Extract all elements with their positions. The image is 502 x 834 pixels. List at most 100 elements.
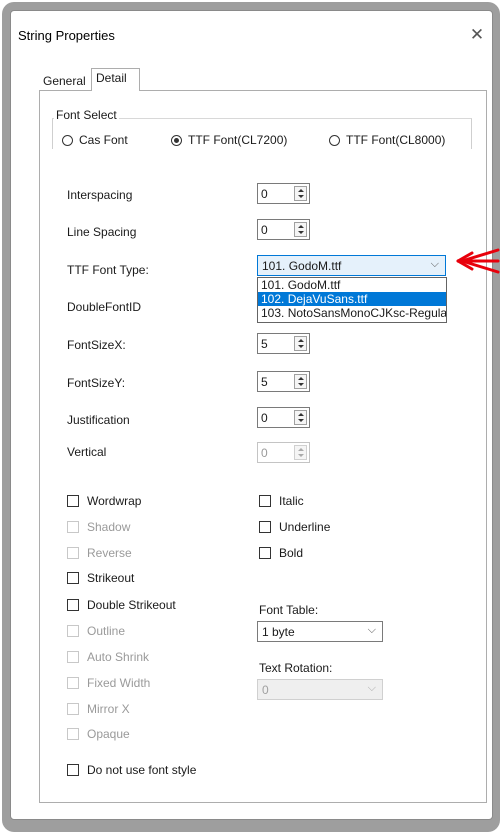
radio-ttf-cl8000[interactable]: TTF Font(CL8000): [329, 133, 445, 147]
checkbox-label: Bold: [279, 546, 304, 560]
spin-arrows-icon[interactable]: [294, 374, 307, 389]
dropdown-item[interactable]: 101. GodoM.ttf: [258, 278, 446, 292]
italic-checkbox[interactable]: Italic: [259, 494, 304, 508]
justification-label: Justification: [67, 413, 130, 427]
spin-arrows-icon[interactable]: [294, 410, 307, 425]
font-size-y-value: 5: [261, 375, 268, 389]
radio-ttf-cl7200[interactable]: TTF Font(CL7200): [171, 133, 287, 147]
dropdown-item-highlighted[interactable]: 102. DejaVuSans.ttf: [258, 292, 446, 306]
spin-arrows-icon[interactable]: [294, 336, 307, 351]
dropdown-item[interactable]: 103. NotoSansMonoCJKsc-Regular.otf: [258, 306, 446, 320]
title-bar: String Properties ✕: [11, 11, 492, 57]
checkbox-label: Double Strikeout: [87, 598, 176, 612]
text-rotation-label: Text Rotation:: [259, 661, 333, 675]
line-spacing-label: Line Spacing: [67, 225, 137, 239]
chevron-down-icon: ⌵: [367, 682, 376, 694]
mirror-x-checkbox: Mirror X: [67, 702, 130, 716]
shadow-checkbox: Shadow: [67, 520, 130, 534]
auto-shrink-checkbox: Auto Shrink: [67, 650, 149, 664]
vertical-spinner: 0: [257, 442, 310, 463]
spin-arrows-icon[interactable]: [294, 186, 307, 201]
spin-arrows-icon: [294, 445, 307, 460]
vertical-label: Vertical: [67, 445, 107, 459]
interspacing-value: 0: [261, 187, 268, 201]
line-spacing-spinner[interactable]: 0: [257, 219, 310, 240]
chevron-down-icon[interactable]: ⌵: [368, 624, 376, 637]
font-size-y-label: FontSizeY:: [67, 376, 126, 390]
tab-detail[interactable]: Detail: [91, 68, 140, 91]
line-spacing-value: 0: [261, 223, 268, 237]
strikeout-checkbox[interactable]: Strikeout: [67, 571, 134, 585]
checkbox-label: Wordwrap: [87, 494, 142, 508]
radio-circle: [329, 134, 340, 146]
checkbox-square: [67, 677, 79, 689]
no-font-style-checkbox[interactable]: Do not use font style: [67, 763, 196, 777]
string-properties-dialog: String Properties ✕ General Detail Font …: [10, 10, 493, 820]
checkbox-square: [67, 764, 79, 776]
font-table-combo[interactable]: 1 byte ⌵: [257, 621, 383, 642]
checkbox-label: Italic: [279, 494, 304, 508]
underline-checkbox[interactable]: Underline: [259, 520, 330, 534]
checkbox-square: [67, 547, 79, 559]
checkbox-label: Mirror X: [87, 702, 130, 716]
checkbox-square: [67, 495, 79, 507]
radio-circle: [62, 134, 73, 146]
font-type-dropdown-list: 101. GodoM.ttf 102. DejaVuSans.ttf 103. …: [257, 277, 447, 323]
font-table-label: Font Table:: [259, 603, 319, 617]
checkbox-square: [259, 495, 271, 507]
justification-value: 0: [261, 411, 268, 425]
justification-spinner[interactable]: 0: [257, 407, 310, 428]
checkbox-label: Reverse: [87, 546, 132, 560]
checkbox-square: [67, 728, 79, 740]
text-rotation-combo: 0 ⌵: [257, 679, 383, 700]
outline-checkbox: Outline: [67, 624, 125, 638]
checkbox-square: [67, 651, 79, 663]
checkbox-label: Fixed Width: [87, 676, 151, 690]
checkbox-label: Shadow: [87, 520, 131, 534]
checkbox-square: [67, 599, 79, 611]
radio-label: TTF Font(CL7200): [188, 133, 288, 147]
radio-circle: [171, 134, 182, 146]
checkbox-label: Outline: [87, 624, 126, 638]
spin-arrows-icon[interactable]: [294, 222, 307, 237]
interspacing-spinner[interactable]: 0: [257, 183, 310, 204]
radio-label: TTF Font(CL8000): [346, 133, 446, 147]
checkbox-square: [259, 547, 271, 559]
checkbox-label: Underline: [279, 520, 331, 534]
double-strikeout-checkbox[interactable]: Double Strikeout: [67, 598, 176, 612]
checkbox-label: Opaque: [87, 727, 130, 741]
ttf-font-type-label: TTF Font Type:: [67, 263, 149, 277]
checkbox-square: [259, 521, 271, 533]
chevron-down-icon[interactable]: ⌵: [431, 258, 439, 271]
font-table-value: 1 byte: [262, 625, 295, 639]
close-icon[interactable]: ✕: [466, 23, 488, 45]
wordwrap-checkbox[interactable]: Wordwrap: [67, 494, 141, 508]
red-arrow-icon: [456, 248, 500, 274]
bold-checkbox[interactable]: Bold: [259, 546, 303, 560]
vertical-value: 0: [261, 446, 268, 460]
font-size-x-label: FontSizeX:: [67, 338, 126, 352]
font-size-x-value: 5: [261, 337, 268, 351]
checkbox-label: Do not use font style: [87, 763, 197, 777]
font-size-y-spinner[interactable]: 5: [257, 371, 310, 392]
double-font-id-label: DoubleFontID: [67, 300, 142, 314]
checkbox-square: [67, 625, 79, 637]
text-rotation-value: 0: [262, 683, 269, 697]
ttf-font-type-value: 101. GodoM.ttf: [262, 259, 342, 273]
checkbox-label: Auto Shrink: [87, 650, 150, 664]
checkbox-square: [67, 703, 79, 715]
fixed-width-checkbox: Fixed Width: [67, 676, 150, 690]
detail-tab-page: Font Select Cas Font TTF Font(CL7200) TT…: [39, 90, 487, 803]
font-size-x-spinner[interactable]: 5: [257, 333, 310, 354]
tab-general[interactable]: General: [39, 72, 91, 90]
opaque-checkbox: Opaque: [67, 727, 130, 741]
radio-label: Cas Font: [79, 133, 128, 147]
radio-cas-font[interactable]: Cas Font: [62, 133, 128, 147]
checkbox-label: Strikeout: [87, 571, 135, 585]
reverse-checkbox: Reverse: [67, 546, 132, 560]
dialog-title: String Properties: [18, 28, 115, 43]
checkbox-square: [67, 521, 79, 533]
checkbox-square: [67, 572, 79, 584]
interspacing-label: Interspacing: [67, 188, 133, 202]
ttf-font-type-combo[interactable]: 101. GodoM.ttf ⌵: [257, 255, 446, 276]
